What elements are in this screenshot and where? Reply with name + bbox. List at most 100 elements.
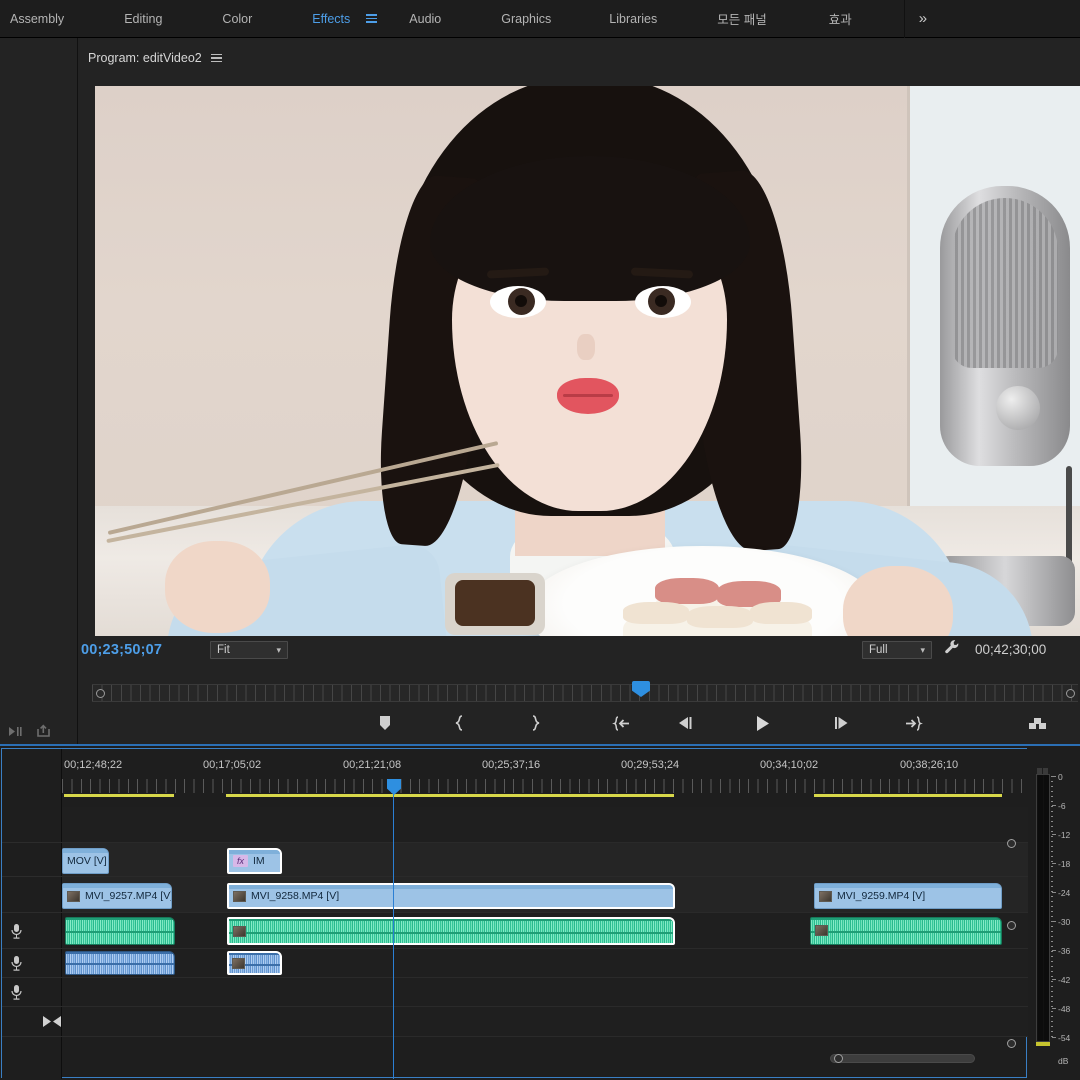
workspace-tab-all-panels[interactable]: 모든 패널 <box>707 0 776 38</box>
current-timecode[interactable]: 00;23;50;07 <box>81 642 162 658</box>
track-resize-knob-mid[interactable] <box>1007 921 1016 930</box>
timeline-track-headers <box>2 749 62 1079</box>
play-in-to-out-button[interactable] <box>4 721 28 741</box>
meter-tick: -54 <box>1052 1033 1080 1043</box>
chevron-down-icon: ▾ <box>276 644 281 655</box>
timeline-sequence: 00;12;48;22 00;17;05;02 00;21;21;08 00;2… <box>1 748 1028 1079</box>
workspace-overflow-label: » <box>918 10 928 27</box>
workspace-tab-label: Assembly <box>10 11 65 26</box>
hscroll-left-knob[interactable] <box>834 1054 843 1063</box>
workspace-tab-graphics[interactable]: Graphics <box>491 0 561 38</box>
zoom-level-select[interactable]: Fit ▾ <box>210 641 288 659</box>
play-stop-button[interactable] <box>750 711 776 735</box>
go-to-out-button[interactable] <box>900 711 926 735</box>
clip-thumbnail <box>233 926 246 937</box>
monitor-scrub-bar[interactable] <box>92 681 1078 702</box>
timeline-tracks[interactable]: MOV [V] fx IM MVI_9257.MP4 [V] MVI_9258.… <box>62 807 1028 1079</box>
workspace-tab-label: Graphics <box>501 11 552 26</box>
audio-clip-a2-1[interactable] <box>65 951 175 975</box>
workspace-tab-effects[interactable]: Effects <box>302 0 360 38</box>
audio-meter-bars[interactable] <box>1036 774 1050 1042</box>
track-header-v3[interactable] <box>2 807 62 843</box>
track-header-v2[interactable] <box>2 843 62 877</box>
wrench-icon[interactable] <box>944 639 961 656</box>
playback-resolution-select[interactable]: Full ▾ <box>862 641 932 659</box>
track-header-v1[interactable] <box>2 877 62 913</box>
program-monitor-video[interactable] <box>95 86 1080 636</box>
ruler-ticks <box>62 779 1028 793</box>
microphone-icon[interactable] <box>10 984 23 1001</box>
program-monitor-tab[interactable]: Program: editVideo2 <box>88 46 222 70</box>
track-a2[interactable] <box>62 949 1028 978</box>
ruler-label: 00;21;21;08 <box>343 759 402 771</box>
step-back-button[interactable] <box>672 711 698 735</box>
export-frame-rail-button[interactable] <box>32 721 56 741</box>
clip-label: MVI_9257.MP4 [V] <box>85 890 171 902</box>
work-area-bar[interactable] <box>226 794 674 797</box>
clip-label: MVI_9259.MP4 [V] <box>837 890 926 902</box>
workspace-tab-editing[interactable]: Editing <box>114 0 172 38</box>
clip-mvi-9257[interactable]: MVI_9257.MP4 [V] <box>62 883 172 909</box>
work-area-bar[interactable] <box>814 794 1002 797</box>
track-v2[interactable] <box>62 843 1028 877</box>
workspace-tab-audio[interactable]: Audio <box>399 0 451 38</box>
video-frame-image <box>95 86 1080 636</box>
track-resize-knob-top[interactable] <box>1007 839 1016 848</box>
clip-thumbnail <box>815 925 828 936</box>
workspace-tab-effects-ko[interactable]: 효과 <box>819 0 862 38</box>
go-to-in-button[interactable] <box>608 711 634 735</box>
ruler-label: 00;17;05;02 <box>203 759 262 771</box>
chevron-down-icon: ▾ <box>920 644 925 655</box>
workspace-overflow-icon[interactable]: » <box>907 0 939 38</box>
work-area-bar[interactable] <box>64 794 174 797</box>
track-header-a2[interactable] <box>2 949 62 978</box>
ruler-label: 00;25;37;16 <box>482 759 541 771</box>
track-master[interactable] <box>62 1007 1028 1037</box>
clip-label: IM <box>253 855 265 867</box>
microphone-icon[interactable] <box>10 955 23 972</box>
timeline-hscrollbar-thumb[interactable] <box>830 1054 975 1063</box>
add-marker-button[interactable] <box>372 711 398 735</box>
mark-in-button[interactable] <box>447 711 473 735</box>
microphone-icon[interactable] <box>10 923 23 940</box>
workspace-tab-libraries[interactable]: Libraries <box>599 0 667 38</box>
scrub-end-handle[interactable] <box>1066 689 1075 698</box>
ruler-label: 00;29;53;24 <box>621 759 680 771</box>
meter-tick: -30 <box>1052 917 1080 927</box>
mark-out-button[interactable] <box>522 711 548 735</box>
meter-tick-label: -18 <box>1058 859 1071 869</box>
workspace-tab-color[interactable]: Color <box>212 0 262 38</box>
track-v3[interactable] <box>62 807 1028 843</box>
meter-tick-label: -24 <box>1058 888 1071 898</box>
track-header-a1[interactable] <box>2 913 62 949</box>
workspace-tab-label: 효과 <box>828 13 852 27</box>
track-resize-knob-bottom[interactable] <box>1007 1039 1016 1048</box>
workspace-tab-label: Effects <box>312 11 351 26</box>
track-header-a3[interactable] <box>2 978 62 1007</box>
audio-clip-a2-2[interactable] <box>227 951 282 975</box>
audio-clip-a1-3[interactable] <box>810 917 1002 945</box>
workspace-tab-label: Libraries <box>609 11 658 26</box>
step-forward-button[interactable] <box>828 711 854 735</box>
workspace-menu-icon[interactable] <box>360 0 383 38</box>
workspace-tab-label: Audio <box>409 11 442 26</box>
panel-menu-icon[interactable] <box>210 53 222 63</box>
scrub-start-handle[interactable] <box>96 689 105 698</box>
track-a3[interactable] <box>62 978 1028 1007</box>
meter-tick-label: -54 <box>1058 1033 1071 1043</box>
duration-timecode[interactable]: 00;42;30;00 <box>975 642 1046 657</box>
meter-tick-label: -42 <box>1058 975 1071 985</box>
track-header-master[interactable] <box>2 1007 62 1037</box>
meter-tick: 0 <box>1052 772 1080 782</box>
clip-mov-v[interactable]: MOV [V] <box>62 848 109 874</box>
clip-mvi-9259[interactable]: MVI_9259.MP4 [V] <box>814 883 1002 909</box>
clip-label: MOV [V] <box>67 855 107 867</box>
lift-button[interactable] <box>1024 711 1050 735</box>
clip-mvi-9258[interactable]: MVI_9258.MP4 [V] <box>227 883 675 909</box>
audio-clip-a1-1[interactable] <box>65 917 175 945</box>
workspace-tab-assembly[interactable]: Assembly <box>0 0 74 38</box>
timeline-ruler[interactable]: 00;12;48;22 00;17;05;02 00;21;21;08 00;2… <box>62 749 1028 807</box>
audio-clip-a1-2[interactable] <box>227 917 675 945</box>
clip-im[interactable]: fx IM <box>227 848 282 874</box>
clip-thumbnail <box>819 890 832 902</box>
